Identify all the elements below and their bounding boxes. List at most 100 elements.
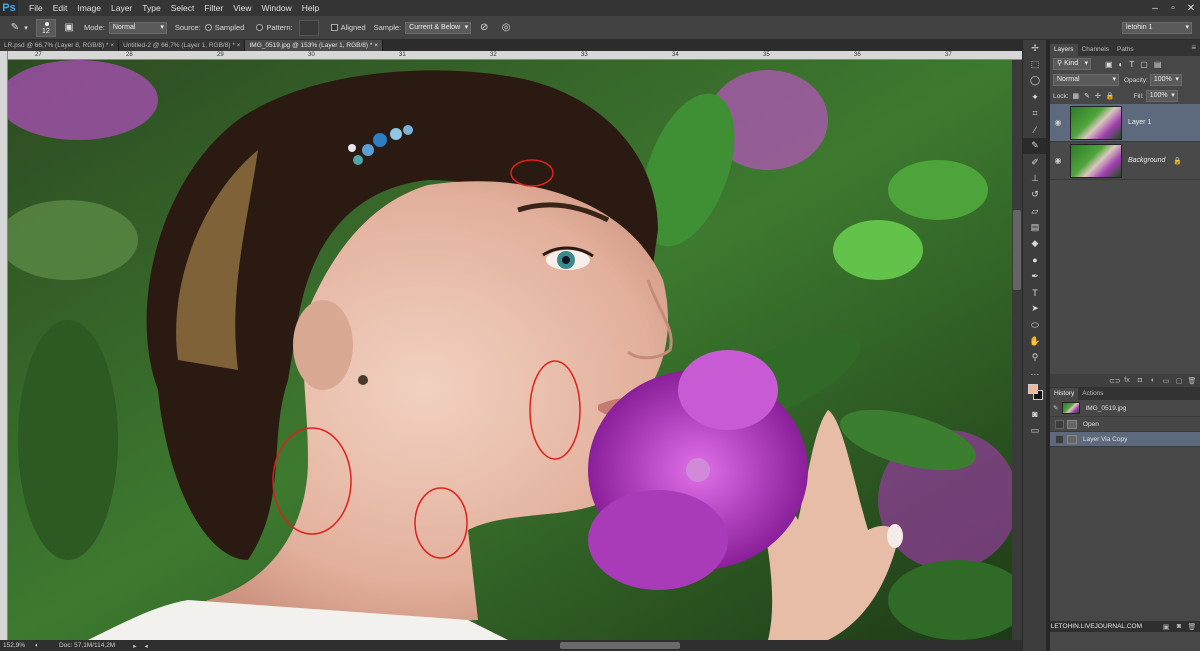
shape-tool-icon[interactable]: ⬭ xyxy=(1023,317,1047,333)
new-document-from-state-icon[interactable]: ▣ xyxy=(1161,623,1171,631)
marquee-tool-icon[interactable]: ⬚ xyxy=(1023,56,1047,72)
path-selection-tool-icon[interactable]: ➤ xyxy=(1023,301,1047,317)
sample-select[interactable]: Current & Below xyxy=(405,21,472,34)
clone-source-panel-icon[interactable]: ▣ xyxy=(62,21,76,35)
pattern-radio[interactable] xyxy=(256,24,264,31)
history-state-box[interactable] xyxy=(1055,434,1064,444)
fx-icon[interactable]: fx xyxy=(1122,377,1132,384)
menu-layer[interactable]: Layer xyxy=(106,3,137,13)
pattern-picker[interactable] xyxy=(298,19,319,36)
scroll-left-icon[interactable]: ◂ xyxy=(145,642,148,650)
menu-view[interactable]: View xyxy=(228,3,256,13)
history-snapshot[interactable]: ✎ IMG_0519.jpg xyxy=(1050,400,1200,417)
ruler-horizontal[interactable]: 27 28 29 30 31 32 33 34 35 36 37 xyxy=(8,51,1022,60)
delete-layer-icon[interactable]: 🗑 xyxy=(1187,377,1197,385)
tab-close-icon[interactable]: × xyxy=(374,42,378,49)
tab-history[interactable]: History xyxy=(1050,388,1079,400)
menu-help[interactable]: Help xyxy=(297,3,324,13)
quick-select-tool-icon[interactable]: ✦ xyxy=(1023,89,1047,105)
photoshop-logo[interactable]: Ps xyxy=(0,0,18,16)
clone-stamp-tool-icon[interactable]: ⊥ xyxy=(1023,170,1047,186)
menu-type[interactable]: Type xyxy=(137,3,165,13)
foreground-color-swatch[interactable] xyxy=(1028,384,1038,395)
menu-image[interactable]: Image xyxy=(72,3,106,13)
menu-edit[interactable]: Edit xyxy=(48,3,73,13)
sampled-radio[interactable] xyxy=(204,24,212,31)
new-group-icon[interactable]: ▭ xyxy=(1161,377,1171,385)
menu-select[interactable]: Select xyxy=(166,3,200,13)
history-state-box[interactable] xyxy=(1055,419,1064,429)
tab-channels[interactable]: Channels xyxy=(1078,44,1113,56)
screen-mode-icon[interactable]: ▭ xyxy=(1023,423,1047,439)
more-tools-icon[interactable]: ··· xyxy=(1023,366,1047,382)
type-tool-icon[interactable]: T xyxy=(1023,284,1047,300)
vertical-scroll-thumb[interactable] xyxy=(1013,210,1021,290)
layer-row[interactable]: ◉ Background 🔒 xyxy=(1050,142,1200,180)
horizontal-scroll-thumb[interactable] xyxy=(560,642,680,649)
healing-brush-tool-icon[interactable]: ✎ xyxy=(8,21,22,35)
menu-file[interactable]: File xyxy=(24,3,48,13)
opacity-input[interactable]: 100% xyxy=(1149,74,1182,86)
lasso-tool-icon[interactable]: ◯ xyxy=(1023,73,1047,89)
new-layer-icon[interactable]: ▢ xyxy=(1174,377,1184,385)
layer-row[interactable]: ◉ Layer 1 xyxy=(1050,104,1200,142)
history-brush-icon[interactable]: ✎ xyxy=(1053,404,1058,412)
close-icon[interactable]: ✕ xyxy=(1182,0,1200,16)
tab-layers[interactable]: Layers xyxy=(1050,44,1078,56)
eyedropper-tool-icon[interactable]: ⁄ xyxy=(1023,121,1047,137)
link-layers-icon[interactable]: ⊂⊃ xyxy=(1109,377,1121,385)
menu-filter[interactable]: Filter xyxy=(199,3,228,13)
filter-type-icons[interactable]: ▣◐T▢▤ xyxy=(1105,60,1167,69)
restore-icon[interactable]: ▫ xyxy=(1164,0,1182,16)
vertical-scrollbar[interactable] xyxy=(1012,60,1022,640)
move-tool-icon[interactable]: ✢ xyxy=(1023,40,1047,56)
mode-select[interactable]: Normal xyxy=(108,21,167,34)
document-canvas[interactable] xyxy=(8,60,1012,640)
visibility-eye-icon[interactable]: ◉ xyxy=(1052,118,1064,127)
tab-actions[interactable]: Actions xyxy=(1078,388,1107,400)
history-item[interactable]: Open xyxy=(1050,417,1200,432)
quick-mask-icon[interactable]: ◙ xyxy=(1023,406,1047,422)
menu-window[interactable]: Window xyxy=(256,3,296,13)
tab-lr-psd[interactable]: LR.psd @ 66,7% (Layer 8, RGB/8) * × xyxy=(0,40,120,51)
crop-tool-icon[interactable]: ⌗ xyxy=(1023,105,1047,121)
tab-img-0519[interactable]: IMG_0519.jpg @ 153% (Layer 1, RGB/8) * × xyxy=(245,40,384,51)
tool-preset-dropdown-icon[interactable]: ▾ xyxy=(22,21,30,35)
lock-icons[interactable]: ▦✎✢🔒 xyxy=(1073,92,1120,100)
status-info-icon[interactable]: ◐ xyxy=(35,642,39,649)
fill-input[interactable]: 100% xyxy=(1145,90,1178,102)
zoom-level[interactable]: 152,9% xyxy=(3,642,25,649)
history-brush-tool-icon[interactable]: ↺ xyxy=(1023,187,1047,203)
brush-preset-picker[interactable]: 12 xyxy=(36,18,56,37)
tab-close-icon[interactable]: × xyxy=(237,42,241,49)
healing-brush-tool-icon[interactable]: ✎ xyxy=(1023,137,1047,155)
hand-tool-icon[interactable]: ✋ xyxy=(1023,333,1047,349)
add-mask-icon[interactable]: ◘ xyxy=(1135,377,1145,384)
pressure-size-icon[interactable]: ◎ xyxy=(499,21,513,35)
tab-paths[interactable]: Paths xyxy=(1113,44,1138,56)
status-menu-icon[interactable]: ▸ xyxy=(133,642,136,650)
gradient-tool-icon[interactable]: ▤ xyxy=(1023,219,1047,235)
workspace-select[interactable]: letohin 1 xyxy=(1122,21,1192,34)
zoom-tool-icon[interactable]: ⚲ xyxy=(1023,350,1047,366)
panel-menu-icon[interactable]: ≡ xyxy=(1191,43,1196,52)
filter-kind-select[interactable]: ⚲ Kind xyxy=(1053,58,1091,70)
ruler-vertical[interactable] xyxy=(0,51,8,640)
tab-untitled-2[interactable]: Untitled-2 @ 66,7% (Layer 1, RGB/8) * × xyxy=(119,40,246,51)
blur-tool-icon[interactable]: ◆ xyxy=(1023,236,1047,252)
tab-close-icon[interactable]: × xyxy=(110,42,114,49)
history-item[interactable]: Layer Via Copy xyxy=(1050,432,1200,447)
eraser-tool-icon[interactable]: ▱ xyxy=(1023,203,1047,219)
brush-tool-icon[interactable]: ✐ xyxy=(1023,154,1047,170)
snapshot-thumbnail xyxy=(1062,402,1081,414)
new-snapshot-icon[interactable]: ◙ xyxy=(1174,623,1184,630)
adjustment-layer-icon[interactable]: ◐ xyxy=(1148,377,1158,384)
dodge-tool-icon[interactable]: ● xyxy=(1023,252,1047,268)
visibility-eye-icon[interactable]: ◉ xyxy=(1052,156,1064,165)
pen-tool-icon[interactable]: ✒ xyxy=(1023,268,1047,284)
minimize-icon[interactable]: – xyxy=(1146,0,1164,16)
blend-mode-select[interactable]: Normal xyxy=(1053,74,1119,86)
delete-state-icon[interactable]: 🗑 xyxy=(1187,623,1197,631)
ignore-adjustment-layers-icon[interactable]: ⊘ xyxy=(477,21,491,35)
aligned-checkbox[interactable] xyxy=(330,24,338,31)
